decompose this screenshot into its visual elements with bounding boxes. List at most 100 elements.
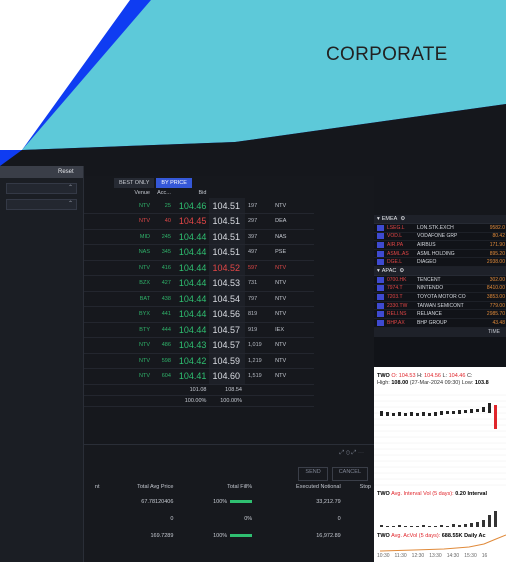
col-venue[interactable]: Venue bbox=[84, 188, 153, 198]
ohlc-readout: TWO O: 104.53 H: 104.56 L: 104.46 C: bbox=[377, 373, 473, 379]
group-header-emea[interactable]: ▾ EMEA ⚙ bbox=[374, 215, 506, 224]
chart-icon bbox=[377, 293, 384, 300]
book-row[interactable]: BTY 444 104.44 104.57 919 IEX bbox=[84, 322, 314, 338]
book-row[interactable]: MID 245 104.44 104.51 397 NAS bbox=[84, 229, 314, 245]
volume-bar bbox=[416, 526, 419, 527]
volume-bar bbox=[380, 525, 383, 527]
watchlist-item[interactable]: DGE.L DIAGEO 2938.00 bbox=[374, 258, 506, 267]
ask-size: 1,519 bbox=[244, 368, 273, 385]
tab-by-price[interactable]: BY PRICE bbox=[156, 178, 192, 188]
gear-icon[interactable]: ⚙ bbox=[399, 268, 404, 274]
bid-venue: NTV bbox=[84, 260, 153, 276]
bid-size: 598 bbox=[153, 353, 174, 369]
ticker: 2330.TW bbox=[387, 302, 408, 309]
group-header-apac[interactable]: ▾ APAC ⚙ bbox=[374, 266, 506, 276]
volume-bar bbox=[398, 525, 401, 527]
chart-icon bbox=[377, 319, 384, 326]
accumulated-volume-readout: TWO Avg. AcVol (5 days): 688.55K Daily A… bbox=[377, 533, 486, 539]
bid-price: 104.44 bbox=[173, 306, 210, 323]
time-tick: 16 bbox=[481, 553, 488, 559]
ticker: 7974.T bbox=[387, 285, 403, 292]
order-row[interactable]: 0 0% 0 bbox=[84, 510, 374, 527]
price-candle bbox=[452, 411, 455, 414]
book-row[interactable]: NTV 486 104.43 104.57 1,019 NTV bbox=[84, 337, 314, 354]
col-executed-notional[interactable]: Executed Notional bbox=[255, 481, 344, 493]
ask-size: 797 bbox=[244, 291, 273, 307]
group-label: EMEA bbox=[381, 216, 398, 222]
col-stop[interactable]: Stop bbox=[344, 481, 374, 493]
executed-notional: 16,972.89 bbox=[316, 532, 341, 539]
watchlist-item[interactable]: AIR.PA AIRBUS 171.90 bbox=[374, 241, 506, 250]
order-row[interactable]: 67.78120406 100% 33,212.79 bbox=[84, 493, 374, 510]
book-row[interactable]: BZX 427 104.44 104.53 731 NTV bbox=[84, 275, 314, 292]
volume-bar bbox=[428, 526, 431, 527]
col-total-fill[interactable]: Total Fill% bbox=[176, 481, 255, 493]
book-row[interactable]: NTV 416 104.44 104.52 597 NTV bbox=[84, 260, 314, 276]
bid-size: 441 bbox=[153, 306, 174, 323]
watchlist-item[interactable]: LSEG.L LON.STK.EXCH 9582.0 bbox=[374, 224, 506, 233]
bid-price: 104.46 bbox=[173, 198, 210, 214]
ticker: VOD.L bbox=[387, 233, 403, 240]
price-candle bbox=[446, 411, 449, 414]
cancel-button[interactable]: CANCEL bbox=[331, 467, 368, 481]
reset-button[interactable]: Reset bbox=[0, 166, 83, 178]
time-tick: 14:30 bbox=[446, 553, 460, 559]
time-tick: 12:30 bbox=[411, 553, 425, 559]
bid-venue: BZX bbox=[84, 275, 153, 292]
chart-icon bbox=[377, 224, 384, 231]
col-acc[interactable]: Acc... bbox=[153, 188, 174, 198]
book-row[interactable]: NTV 604 104.41 104.60 1,519 NTV bbox=[84, 368, 314, 385]
price-candle bbox=[434, 412, 437, 416]
ask-price: 104.59 bbox=[209, 353, 245, 369]
order-book: BEST ONLY BY PRICE Venue Acc... Bid NTV 2… bbox=[84, 176, 374, 444]
chart-icon bbox=[377, 250, 384, 257]
book-row[interactable]: NTV 598 104.42 104.59 1,219 NTV bbox=[84, 353, 314, 369]
tab-best-only[interactable]: BEST ONLY bbox=[114, 178, 155, 188]
ask-price: 104.51 bbox=[209, 213, 245, 230]
order-row[interactable]: 169.7289 100% 16,972.89 bbox=[84, 527, 374, 544]
ask-venue: NTV bbox=[272, 291, 314, 307]
ask-size: 597 bbox=[244, 260, 273, 276]
security-name: BHP GROUP bbox=[417, 319, 447, 326]
bid-price: 104.44 bbox=[173, 260, 210, 276]
bid-venue: NTV bbox=[84, 353, 153, 369]
book-row[interactable]: NTV 25 104.46 104.51 197 NTV bbox=[84, 198, 314, 214]
ticker: ASML.AS bbox=[387, 250, 409, 257]
ask-price: 104.57 bbox=[209, 337, 245, 354]
watchlist-item[interactable]: 0700.HK TENCENT 302.00 bbox=[374, 276, 506, 285]
chart-icon bbox=[377, 259, 384, 266]
watchlist-item[interactable]: RELI.NS RELIANCE 2985.70 bbox=[374, 310, 506, 319]
gear-icon[interactable]: ⚙ bbox=[400, 216, 405, 222]
bid-venue: BAT bbox=[84, 291, 153, 307]
spinner-field[interactable]: ⌃ bbox=[6, 183, 77, 194]
ask-venue: PSE bbox=[272, 244, 314, 261]
watchlist-item[interactable]: VOD.L VODAFONE GRP 80.42 bbox=[374, 233, 506, 242]
watchlist-item[interactable]: 2330.TW TAIWAN SEMICONT 779.00 bbox=[374, 302, 506, 311]
emea-rows: LSEG.L LON.STK.EXCH 9582.0 VOD.L VODAFONE GR… bbox=[374, 224, 506, 267]
watchlist-item[interactable]: 7203.T TOYOTA MOTOR CO 3853.00 bbox=[374, 293, 506, 302]
spacer bbox=[84, 395, 153, 407]
watchlist-item[interactable]: BHP.AX BHP GROUP 43.48 bbox=[374, 319, 506, 328]
ask-size: 919 bbox=[244, 322, 273, 338]
bid-price: 104.41 bbox=[173, 368, 210, 385]
col-bid[interactable]: Bid bbox=[174, 188, 210, 198]
spacer bbox=[272, 395, 314, 407]
security-name: TOYOTA MOTOR CO bbox=[417, 293, 466, 300]
panel-controls[interactable]: ⤢ ⊙ ⤢ ⋯ bbox=[84, 445, 374, 461]
fill-cell: 100% bbox=[176, 527, 255, 544]
chart-icon bbox=[377, 241, 384, 248]
book-row[interactable]: BYX 441 104.44 104.56 819 NTV bbox=[84, 306, 314, 323]
stop-cell bbox=[344, 493, 374, 510]
col-total-avg-price[interactable]: Total Avg Price bbox=[103, 481, 177, 493]
watchlist-item[interactable]: 7974.T NINTENDO 8410.00 bbox=[374, 285, 506, 294]
send-button[interactable]: SEND bbox=[298, 467, 328, 481]
book-row[interactable]: NAS 345 104.44 104.51 497 PSE bbox=[84, 244, 314, 261]
col-notional-cut[interactable]: nt bbox=[84, 481, 103, 493]
order-book-table: Venue Acc... Bid NTV 25 104.46 104.51 197 NTV… bbox=[84, 188, 314, 407]
executed-notional: 0 bbox=[337, 515, 341, 522]
spinner-field[interactable]: ⌃ bbox=[6, 199, 77, 210]
watchlist-item[interactable]: ASML.AS ASML HOLDING 895.20 bbox=[374, 250, 506, 259]
bid-venue: MID bbox=[84, 229, 153, 245]
book-row[interactable]: BAT 438 104.44 104.54 797 NTV bbox=[84, 291, 314, 307]
book-row[interactable]: NTV 40 104.45 104.51 297 DEA bbox=[84, 213, 314, 230]
